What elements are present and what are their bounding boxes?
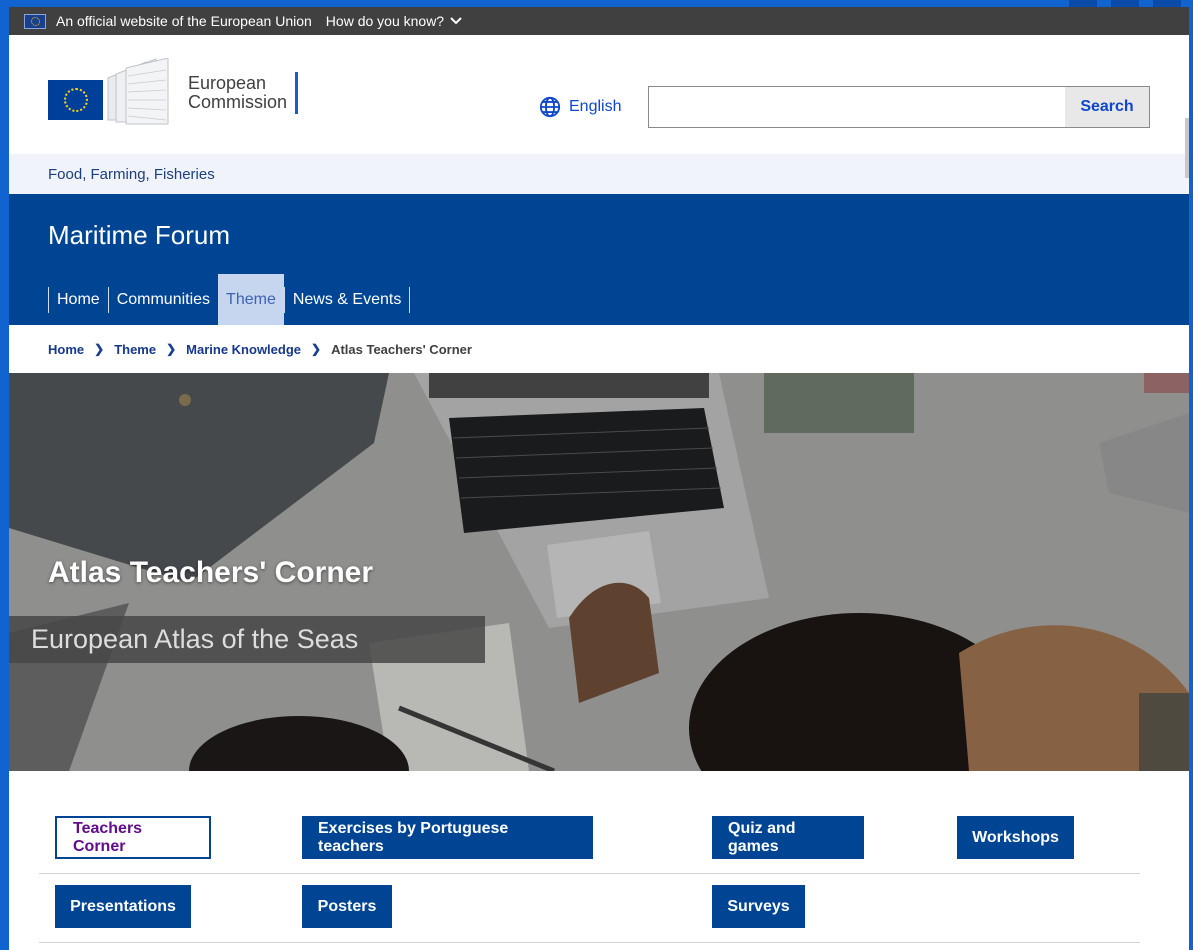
language-label: English (569, 98, 622, 115)
surveys-button[interactable]: Surveys (712, 885, 805, 928)
exercises-button[interactable]: Exercises by Portuguese teachers (302, 816, 593, 859)
official-website-text: An official website of the European Unio… (56, 13, 312, 29)
logo-graphic (48, 58, 188, 128)
posters-button[interactable]: Posters (302, 885, 392, 928)
logo-text: European Commission (188, 72, 299, 114)
nav-item-home[interactable]: Home (48, 287, 108, 313)
eu-flag-icon (24, 13, 46, 29)
section-buttons: Teachers Corner Exercises by Portuguese … (39, 805, 1140, 943)
breadcrumb: Home ❯ Theme ❯ Marine Knowledge ❯ Atlas … (9, 325, 1189, 373)
nav-label: Communities (116, 291, 211, 308)
workshops-button[interactable]: Workshops (957, 816, 1074, 859)
main-navigation: Home Communities Theme News & Events (48, 274, 411, 325)
site-context-bar: Food, Farming, Fisheries (9, 154, 1189, 194)
quiz-games-button[interactable]: Quiz and games (712, 816, 864, 859)
language-selector[interactable]: English (539, 96, 621, 118)
hero-banner: Atlas Teachers' Corner European Atlas of… (9, 373, 1189, 771)
logo-pages-icon (107, 58, 169, 125)
how-do-you-know-label: How do you know? (325, 13, 445, 29)
nav-label: News & Events (292, 291, 402, 308)
nav-item-theme[interactable]: Theme (218, 274, 284, 325)
teachers-corner-button[interactable]: Teachers Corner (55, 816, 211, 859)
search-button[interactable]: Search (1065, 87, 1149, 127)
european-commission-logo[interactable]: European Commission (48, 58, 299, 128)
logo-eu-flag-icon (48, 80, 103, 120)
nav-item-communities[interactable]: Communities (107, 287, 218, 313)
search-box: Search (648, 86, 1150, 128)
breadcrumb-theme[interactable]: Theme (114, 342, 156, 357)
nav-label: Home (57, 291, 100, 308)
chevron-right-icon: ❯ (311, 342, 322, 356)
globe-icon (539, 96, 561, 118)
button-row: Presentations Posters Surveys (39, 874, 1140, 943)
breadcrumb-current: Atlas Teachers' Corner (331, 341, 472, 357)
chevron-right-icon: ❯ (94, 342, 105, 356)
hero-title: Atlas Teachers' Corner (48, 556, 374, 589)
presentations-button[interactable]: Presentations (55, 885, 191, 928)
breadcrumb-home[interactable]: Home (48, 342, 84, 357)
search-input[interactable] (649, 87, 1065, 127)
nav-label: Theme (226, 290, 276, 308)
eu-official-bar: An official website of the European Unio… (9, 7, 1189, 35)
logo-line-european: European (188, 73, 267, 93)
button-row: Teachers Corner Exercises by Portuguese … (39, 805, 1140, 874)
chevron-down-icon (450, 17, 462, 25)
site-context-link[interactable]: Food, Farming, Fisheries (48, 166, 215, 183)
hero-subtitle: European Atlas of the Seas (9, 616, 485, 663)
how-do-you-know-toggle[interactable]: How do you know? (326, 13, 462, 29)
site-title[interactable]: Maritime Forum (48, 220, 230, 251)
nav-item-news-events[interactable]: News & Events (283, 287, 411, 313)
chevron-right-icon: ❯ (166, 342, 177, 356)
breadcrumb-marine-knowledge[interactable]: Marine Knowledge (186, 342, 301, 357)
site-header: European Commission English Search (9, 35, 1189, 154)
site-band: Maritime Forum Home Communities Theme Ne… (9, 194, 1189, 325)
scrollbar[interactable] (1185, 118, 1189, 178)
logo-line-commission: Commission (188, 92, 288, 112)
corner-decoration (1018, 0, 1193, 7)
